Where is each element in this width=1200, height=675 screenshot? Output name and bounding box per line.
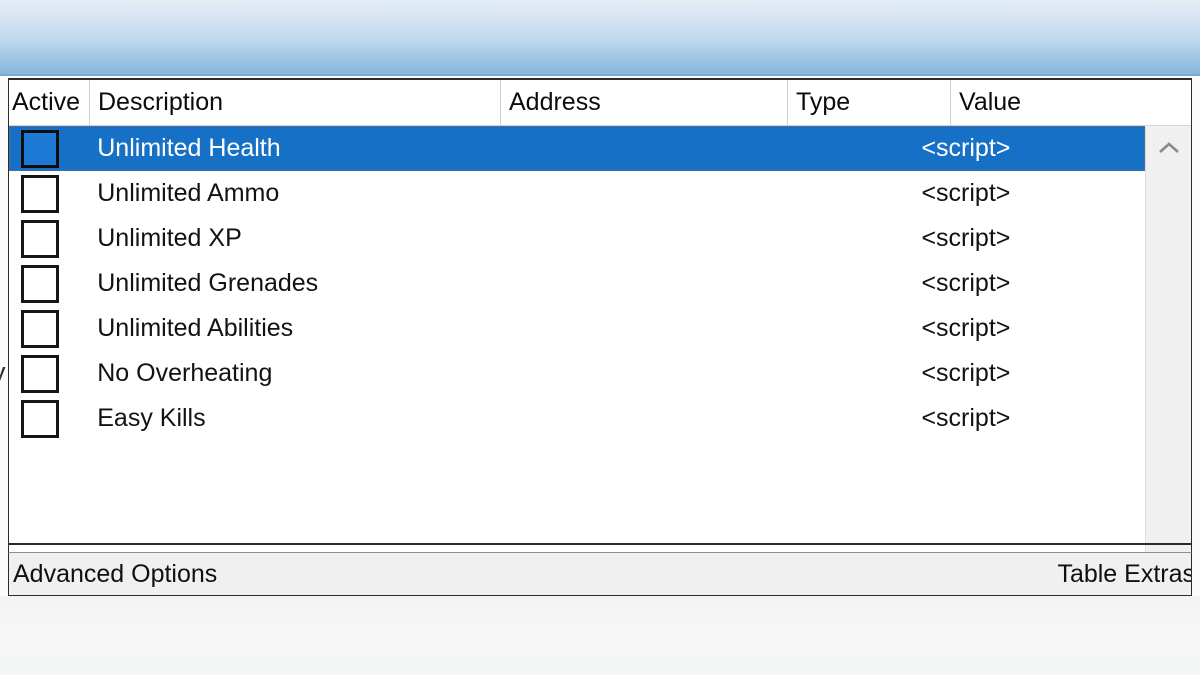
scrollbar-track[interactable] bbox=[1146, 170, 1191, 551]
checkbox-icon[interactable] bbox=[21, 219, 59, 258]
column-header-description[interactable]: Description bbox=[89, 80, 500, 125]
checkbox-icon[interactable] bbox=[21, 354, 59, 393]
cell-description[interactable]: Unlimited Ammo bbox=[86, 171, 481, 216]
cell-description[interactable]: Unlimited Grenades bbox=[86, 261, 481, 306]
table-row[interactable]: Unlimited Grenades <script> bbox=[9, 261, 1145, 306]
cell-value[interactable]: <script> bbox=[913, 396, 1145, 441]
cell-type[interactable] bbox=[757, 216, 914, 261]
cell-type[interactable] bbox=[757, 171, 914, 216]
checkbox-icon[interactable] bbox=[21, 309, 59, 348]
chevron-up-icon bbox=[1158, 141, 1180, 155]
table-row[interactable]: Unlimited XP <script> bbox=[9, 216, 1145, 261]
column-header-active[interactable]: Active bbox=[9, 80, 89, 125]
cell-address[interactable] bbox=[481, 351, 757, 396]
cell-type[interactable] bbox=[757, 261, 914, 306]
statusbar-separator bbox=[8, 543, 1192, 545]
column-header-description-label: Description bbox=[98, 88, 224, 116]
window-backdrop-top bbox=[0, 0, 1200, 76]
table-body-wrap: Unlimited Health <script> Unlimited Ammo <s… bbox=[9, 126, 1191, 595]
statusbar: Advanced Options Table Extras bbox=[8, 552, 1192, 596]
column-header-address-label: Address bbox=[509, 88, 601, 116]
table-row[interactable]: Unlimited Abilities <script> bbox=[9, 306, 1145, 351]
cell-active[interactable] bbox=[9, 396, 86, 441]
column-header-type[interactable]: Type bbox=[787, 80, 950, 125]
cheat-table-panel: Active Description Address Type Value Un… bbox=[8, 78, 1192, 596]
cell-description[interactable]: Unlimited XP bbox=[86, 216, 481, 261]
advanced-options-button[interactable]: Advanced Options bbox=[9, 560, 217, 589]
vertical-scrollbar[interactable] bbox=[1145, 126, 1191, 595]
cell-value[interactable]: <script> bbox=[913, 306, 1145, 351]
table-row[interactable]: Unlimited Health <script> bbox=[9, 126, 1145, 171]
table-rows: Unlimited Health <script> Unlimited Ammo <s… bbox=[9, 126, 1145, 595]
column-header-value[interactable]: Value bbox=[950, 80, 1191, 125]
cell-description[interactable]: Easy Kills bbox=[86, 396, 481, 441]
cell-type[interactable] bbox=[757, 306, 914, 351]
checkbox-icon[interactable] bbox=[21, 129, 59, 168]
cell-type[interactable] bbox=[757, 396, 914, 441]
cheat-table-window: y Active Description Address Type Value … bbox=[0, 0, 1200, 675]
cell-active[interactable] bbox=[9, 261, 86, 306]
scroll-up-button[interactable] bbox=[1146, 126, 1191, 170]
cell-address[interactable] bbox=[481, 396, 757, 441]
cell-value[interactable]: <script> bbox=[913, 351, 1145, 396]
cell-value[interactable]: <script> bbox=[913, 261, 1145, 306]
cell-address[interactable] bbox=[481, 126, 757, 171]
cell-type[interactable] bbox=[757, 351, 914, 396]
cell-active[interactable] bbox=[9, 171, 86, 216]
cell-active[interactable] bbox=[9, 216, 86, 261]
table-extras-button[interactable]: Table Extras bbox=[1057, 560, 1191, 589]
column-header-address[interactable]: Address bbox=[500, 80, 787, 125]
column-header-active-label: Active bbox=[12, 88, 81, 116]
cell-active[interactable] bbox=[9, 126, 86, 171]
left-edge-artifact-glyph: y bbox=[0, 357, 6, 387]
checkbox-icon[interactable] bbox=[21, 174, 59, 213]
column-header-type-label: Type bbox=[796, 88, 851, 116]
column-header-value-label: Value bbox=[959, 88, 1022, 116]
cell-active[interactable] bbox=[9, 351, 86, 396]
cell-value[interactable]: <script> bbox=[913, 216, 1145, 261]
cell-description[interactable]: Unlimited Abilities bbox=[86, 306, 481, 351]
cell-active[interactable] bbox=[9, 306, 86, 351]
table-header-row: Active Description Address Type Value bbox=[9, 80, 1191, 126]
cell-address[interactable] bbox=[481, 171, 757, 216]
table-row[interactable]: Unlimited Ammo <script> bbox=[9, 171, 1145, 216]
checkbox-icon[interactable] bbox=[21, 399, 59, 438]
cell-address[interactable] bbox=[481, 216, 757, 261]
cell-address[interactable] bbox=[481, 261, 757, 306]
cell-type[interactable] bbox=[757, 126, 914, 171]
cell-description[interactable]: No Overheating bbox=[86, 351, 481, 396]
checkbox-icon[interactable] bbox=[21, 264, 59, 303]
table-row[interactable]: Easy Kills <script> bbox=[9, 396, 1145, 441]
cell-description[interactable]: Unlimited Health bbox=[86, 126, 481, 171]
window-backdrop-bottom bbox=[0, 596, 1200, 675]
table-row[interactable]: No Overheating <script> bbox=[9, 351, 1145, 396]
cell-value[interactable]: <script> bbox=[913, 126, 1145, 171]
cell-value[interactable]: <script> bbox=[913, 171, 1145, 216]
cell-address[interactable] bbox=[481, 306, 757, 351]
